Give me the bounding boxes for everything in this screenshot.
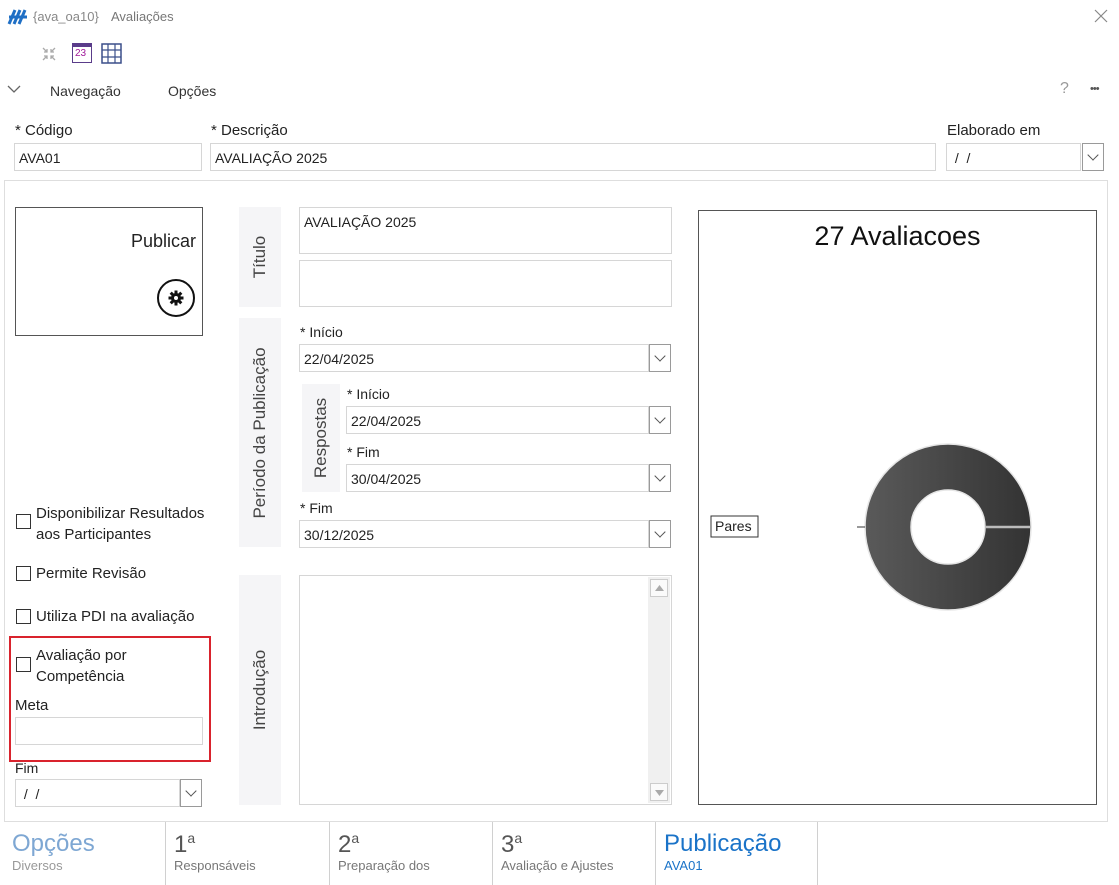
respostas-inicio-input[interactable]: 22/04/2025 — [346, 406, 649, 434]
respostas-fim-input[interactable]: 30/04/2025 — [346, 464, 649, 492]
scroll-down-icon[interactable] — [650, 783, 668, 801]
titulo-input[interactable]: AVALIAÇÃO 2025 — [299, 207, 672, 254]
publish-label: Publicar — [130, 231, 196, 251]
tab-publicacao-main: Publicação — [664, 830, 782, 857]
grid-icon[interactable] — [101, 43, 122, 64]
periodo-inicio-dropdown-button[interactable] — [649, 344, 671, 372]
introducao-section-label: Introdução — [239, 575, 281, 805]
tab-avaliacao-sup: a — [514, 830, 523, 846]
tab-publicacao[interactable]: Publicação AVA01 — [656, 822, 818, 885]
tab-responsaveis[interactable]: 1a Responsáveis — [166, 822, 330, 885]
tab-opcoes-sub: Diversos — [12, 858, 63, 873]
tab-responsaveis-sup: a — [187, 830, 196, 846]
fim-input[interactable]: / / — [15, 779, 180, 807]
tab-avaliacao-ajustes[interactable]: 3a Avaliação e Ajustes — [493, 822, 656, 885]
fim-label: Fim — [15, 760, 39, 776]
competencia-checkbox[interactable] — [16, 657, 31, 672]
tab-preparacao-sub: Preparação dos — [338, 858, 430, 873]
tab-opcoes[interactable]: Opções Diversos — [4, 822, 166, 885]
fim-dropdown-button[interactable] — [180, 779, 202, 807]
help-icon[interactable]: ? — [1060, 80, 1069, 98]
respostas-inicio-dropdown-button[interactable] — [649, 406, 671, 434]
gear-icon — [157, 279, 195, 317]
menu-navegacao[interactable]: Navegação — [50, 83, 121, 99]
close-icon[interactable] — [1094, 9, 1108, 23]
introducao-scrollbar[interactable] — [648, 577, 670, 803]
titulo-section-label: Título — [239, 207, 281, 307]
utiliza-pdi-label: Utiliza PDI na avaliação — [36, 608, 195, 625]
respostas-fim-label: * Fim — [347, 444, 380, 460]
disponibilizar-label: Disponibilizar Resultados aos Participan… — [36, 505, 205, 543]
codigo-input[interactable]: AVA01 — [14, 143, 202, 171]
window-code: {ava_oa10} — [33, 9, 99, 24]
calendar-day: 23 — [75, 48, 87, 59]
titulo-secondary-input[interactable] — [299, 260, 672, 307]
app-logo-icon — [7, 9, 27, 25]
title-bar: {ava_oa10} Avaliações — [0, 0, 1119, 34]
chart-panel: 27 Avaliacoes Pares — [698, 210, 1097, 805]
elaborado-input[interactable]: / / — [946, 143, 1081, 171]
tab-opcoes-main: Opções — [12, 830, 95, 857]
respostas-inicio-label: * Início — [347, 386, 390, 402]
meta-label: Meta — [15, 697, 49, 714]
periodo-fim-dropdown-button[interactable] — [649, 520, 671, 548]
tab-preparacao[interactable]: 2a Preparação dos — [330, 822, 493, 885]
periodo-section-label: Período da Publicação — [239, 318, 281, 547]
scroll-up-icon[interactable] — [650, 579, 668, 597]
elaborado-dropdown-button[interactable] — [1082, 143, 1104, 171]
collapse-icon[interactable] — [40, 45, 58, 63]
competencia-label: Avaliação por Competência — [36, 647, 127, 685]
slice-label: Pares — [715, 518, 752, 534]
permite-revisao-label: Permite Revisão — [36, 565, 147, 582]
periodo-inicio-label: * Início — [300, 324, 343, 340]
more-options-icon[interactable]: ••• — [1090, 83, 1100, 95]
tab-responsaveis-sub: Responsáveis — [174, 858, 256, 873]
periodo-inicio-input[interactable]: 22/04/2025 — [299, 344, 649, 372]
calendar-icon[interactable]: 23 — [72, 43, 92, 63]
periodo-fim-label: * Fim — [300, 500, 333, 516]
codigo-label: * Código — [15, 122, 73, 139]
utiliza-pdi-checkbox[interactable] — [16, 609, 31, 624]
menu-opcoes[interactable]: Opções — [168, 83, 216, 99]
descricao-input[interactable]: AVALIAÇÃO 2025 — [210, 143, 936, 171]
respostas-section-label: Respostas — [302, 384, 340, 492]
periodo-fim-input[interactable]: 30/12/2025 — [299, 520, 649, 548]
tab-avaliacao-sub: Avaliação e Ajustes — [501, 858, 614, 873]
introducao-textarea[interactable] — [299, 575, 672, 805]
disponibilizar-checkbox[interactable] — [16, 514, 31, 529]
publish-button[interactable]: Publicar — [15, 207, 203, 336]
descricao-label: * Descrição — [211, 122, 288, 139]
chevron-down-icon[interactable] — [7, 84, 21, 94]
tab-responsaveis-main: 1 — [174, 831, 188, 858]
tab-avaliacao-main: 3 — [501, 831, 515, 858]
window-title: Avaliações — [111, 9, 174, 24]
meta-input[interactable] — [15, 717, 203, 745]
elaborado-label: Elaborado em — [947, 122, 1041, 139]
tab-publicacao-sub: AVA01 — [664, 858, 703, 873]
tab-preparacao-main: 2 — [338, 831, 352, 858]
respostas-fim-dropdown-button[interactable] — [649, 464, 671, 492]
permite-revisao-checkbox[interactable] — [16, 566, 31, 581]
chart-svg: Pares — [710, 443, 1032, 611]
tab-preparacao-sup: a — [351, 830, 360, 846]
